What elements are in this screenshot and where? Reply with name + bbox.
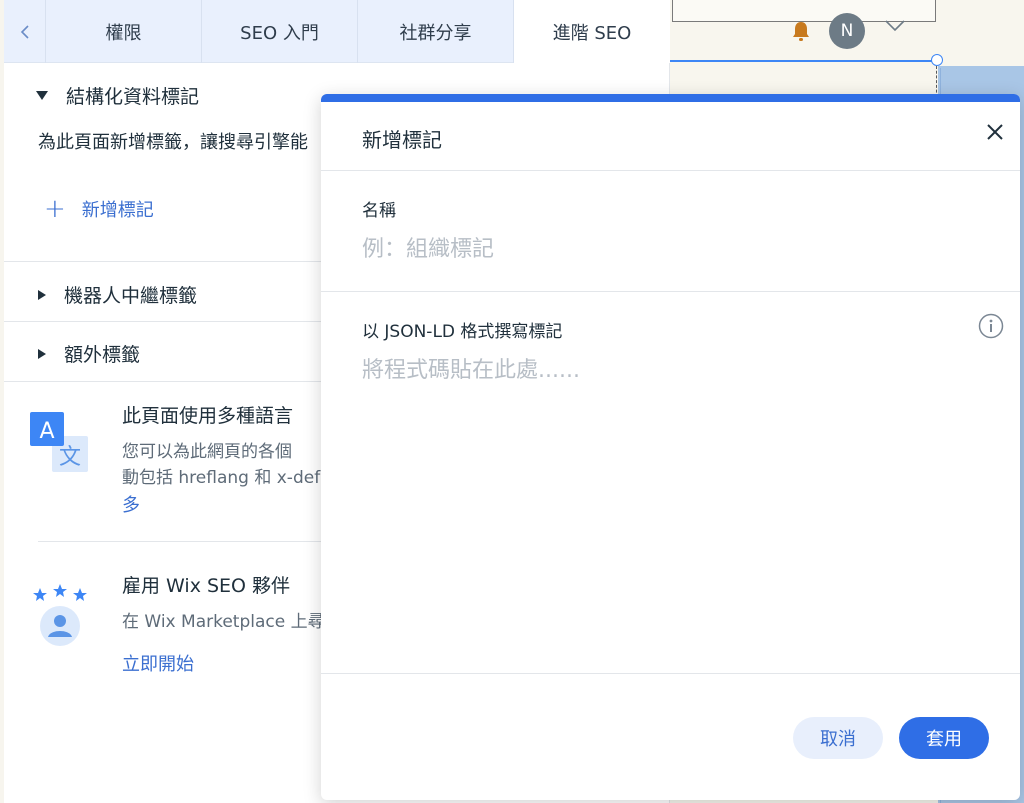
add-markup-label: 新增標記 — [81, 200, 154, 221]
tab-bar: 權限 SEO 入門 社群分享 進階 SEO — [4, 0, 670, 63]
name-label: 名稱 — [362, 201, 396, 221]
selection-outline — [670, 60, 938, 62]
chevron-left-icon — [20, 24, 29, 39]
translate-icon: 文 A — [30, 410, 90, 480]
add-markup-button[interactable]: + 新增標記 — [44, 196, 154, 222]
hire-expert-text: 在 Wix Marketplace 上尋 — [122, 612, 325, 632]
svg-text:A: A — [39, 419, 54, 444]
svg-text:文: 文 — [59, 445, 81, 470]
name-input[interactable] — [362, 232, 962, 266]
dialog-divider — [321, 291, 1020, 292]
section-title: 機器人中繼標籤 — [64, 285, 198, 307]
notification-bell-icon[interactable] — [790, 20, 812, 42]
dialog-accent-bar — [321, 94, 1020, 102]
markup-textarea[interactable] — [362, 352, 992, 652]
back-button[interactable] — [4, 0, 46, 63]
section-title: 結構化資料標記 — [66, 86, 200, 108]
close-button[interactable] — [983, 120, 1007, 144]
tab-seo-basics[interactable]: SEO 入門 — [202, 0, 358, 63]
resize-handle[interactable] — [931, 54, 943, 66]
dialog-title: 新增標記 — [362, 128, 442, 152]
section-title: 額外標籤 — [64, 344, 141, 366]
close-icon — [987, 124, 1003, 140]
structured-data-description: 為此頁面新增標籤，讓搜尋引擎能 — [38, 132, 308, 153]
tab-social-share[interactable]: 社群分享 — [358, 0, 514, 63]
chevron-down-icon[interactable] — [884, 18, 906, 32]
avatar[interactable]: N — [829, 13, 865, 49]
multilingual-more-link[interactable]: 多 — [122, 491, 140, 517]
plus-icon: + — [44, 194, 66, 224]
additional-tags-toggle[interactable]: 額外標籤 — [36, 340, 140, 367]
structured-data-toggle[interactable]: 結構化資料標記 — [36, 82, 199, 109]
cancel-button[interactable]: 取消 — [793, 717, 883, 759]
tab-permissions[interactable]: 權限 — [46, 0, 202, 63]
robots-meta-toggle[interactable]: 機器人中繼標籤 — [36, 281, 197, 308]
multilingual-title: 此頁面使用多種語言 — [122, 405, 294, 427]
multilingual-text-line2: 動包括 hreflang 和 x-def — [122, 468, 321, 488]
hire-expert-title: 雇用 Wix SEO 夥伴 — [122, 575, 291, 597]
multilingual-text-line1: 您可以為此網頁的各個 — [122, 442, 292, 462]
markup-label: 以 JSON-LD 格式撰寫標記 — [362, 322, 563, 342]
caret-down-icon — [36, 91, 48, 100]
info-icon[interactable] — [978, 313, 1004, 339]
caret-right-icon — [38, 348, 46, 359]
caret-right-icon — [38, 289, 46, 300]
apply-button[interactable]: 套用 — [899, 717, 989, 759]
dialog-divider — [321, 673, 1020, 674]
add-markup-dialog: 新增標記 名稱 以 JSON-LD 格式撰寫標記 取消 套用 — [321, 94, 1020, 800]
expert-avatar-icon — [30, 582, 94, 654]
dialog-divider — [321, 170, 1020, 171]
tab-advanced-seo[interactable]: 進階 SEO — [514, 0, 670, 63]
get-started-link[interactable]: 立即開始 — [122, 650, 194, 676]
promo-divider — [38, 541, 338, 542]
